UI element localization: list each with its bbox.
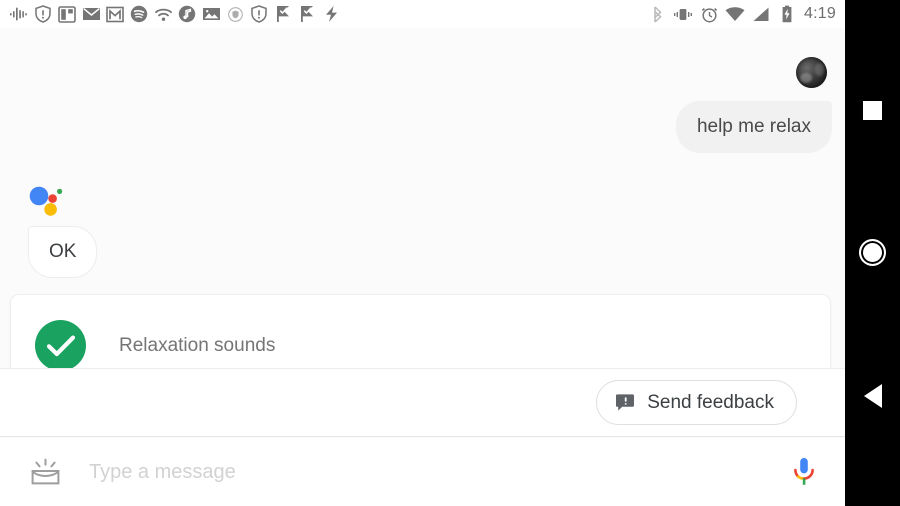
home-button[interactable] <box>845 225 900 280</box>
photo-icon <box>200 4 222 24</box>
status-bar-notification-icons <box>0 4 646 24</box>
status-bar-system-icons: 4:19 <box>646 4 845 24</box>
phone-viewport: 4:19 help me relax OK Relaxation sounds … <box>0 0 845 506</box>
keyboard-hide-icon[interactable] <box>27 457 63 487</box>
back-button[interactable] <box>845 368 900 423</box>
shield-alert-2-icon <box>248 4 270 24</box>
avatar-highlight-2 <box>815 63 824 76</box>
alarm-icon <box>698 4 720 24</box>
send-feedback-label: Send feedback <box>647 391 774 413</box>
result-card-title: Relaxation sounds <box>119 334 276 356</box>
google-assistant-logo <box>28 186 66 220</box>
navigation-bar <box>845 0 900 506</box>
android-screen: 4:19 help me relax OK Relaxation sounds … <box>0 0 900 506</box>
avatar[interactable] <box>796 57 827 88</box>
flag-check-2-icon <box>296 4 318 24</box>
message-input-bar <box>0 438 845 506</box>
vibrate-icon <box>672 4 694 24</box>
spotify-icon <box>128 4 150 24</box>
status-bar: 4:19 <box>0 0 845 28</box>
cast-wifi-icon <box>152 4 174 24</box>
flag-check-icon <box>272 4 294 24</box>
conversation-area: help me relax OK Relaxation sounds <box>0 28 845 414</box>
shield-small-icon <box>224 4 246 24</box>
feedback-bar: Send feedback <box>0 368 845 437</box>
green-check-circle-icon <box>35 320 86 371</box>
status-bar-clock: 4:19 <box>804 5 836 22</box>
bluetooth-icon <box>646 4 668 24</box>
circle-icon <box>859 239 886 266</box>
send-feedback-button[interactable]: Send feedback <box>596 380 797 425</box>
split-screen-icon <box>56 4 78 24</box>
flash-icon <box>320 4 342 24</box>
square-icon <box>863 101 882 120</box>
recents-button[interactable] <box>845 83 900 138</box>
triangle-left-icon <box>863 383 882 408</box>
message-input[interactable] <box>89 460 777 484</box>
feedback-bubble-icon <box>616 393 635 412</box>
battery-charging-icon <box>776 4 798 24</box>
gmail-icon <box>104 4 126 24</box>
google-mic-icon[interactable] <box>777 445 831 499</box>
wifi-icon <box>724 4 746 24</box>
signal-icon <box>750 4 772 24</box>
assistant-message-bubble: OK <box>28 226 98 278</box>
user-message-bubble: help me relax <box>675 101 832 153</box>
email-icon <box>80 4 102 24</box>
assistant-waveform-icon <box>8 4 30 24</box>
avatar-highlight <box>800 73 812 83</box>
music-note-icon <box>176 4 198 24</box>
shield-alert-icon <box>32 4 54 24</box>
